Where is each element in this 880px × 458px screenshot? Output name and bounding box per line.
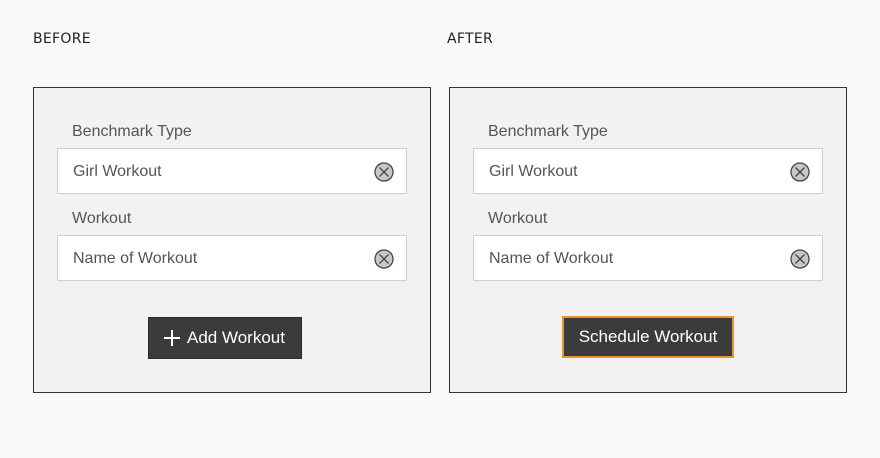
before-caption: BEFORE (33, 31, 91, 47)
after-caption: AFTER (447, 31, 494, 47)
workout-name-placeholder: Name of Workout (489, 250, 614, 267)
workout-label: Workout (72, 210, 132, 227)
workout-label: Workout (488, 210, 548, 227)
schedule-workout-button[interactable]: Schedule Workout (562, 316, 734, 358)
plus-icon (164, 330, 180, 346)
benchmark-type-label: Benchmark Type (488, 123, 608, 140)
before-panel: Benchmark Type Girl Workout Workout Name… (33, 87, 431, 393)
clear-circle-x-icon[interactable] (374, 162, 394, 182)
benchmark-type-field[interactable]: Girl Workout (57, 148, 407, 194)
benchmark-type-field[interactable]: Girl Workout (473, 148, 823, 194)
workout-name-field[interactable]: Name of Workout (473, 235, 823, 281)
benchmark-type-value: Girl Workout (73, 163, 162, 180)
after-panel: Benchmark Type Girl Workout Workout Name… (449, 87, 847, 393)
benchmark-type-label: Benchmark Type (72, 123, 192, 140)
benchmark-type-value: Girl Workout (489, 163, 578, 180)
clear-circle-x-icon[interactable] (790, 249, 810, 269)
workout-name-field[interactable]: Name of Workout (57, 235, 407, 281)
clear-circle-x-icon[interactable] (790, 162, 810, 182)
add-workout-label: Add Workout (187, 328, 285, 347)
workout-name-placeholder: Name of Workout (73, 250, 198, 267)
add-workout-button[interactable]: Add Workout (148, 317, 302, 359)
clear-circle-x-icon[interactable] (374, 249, 394, 269)
